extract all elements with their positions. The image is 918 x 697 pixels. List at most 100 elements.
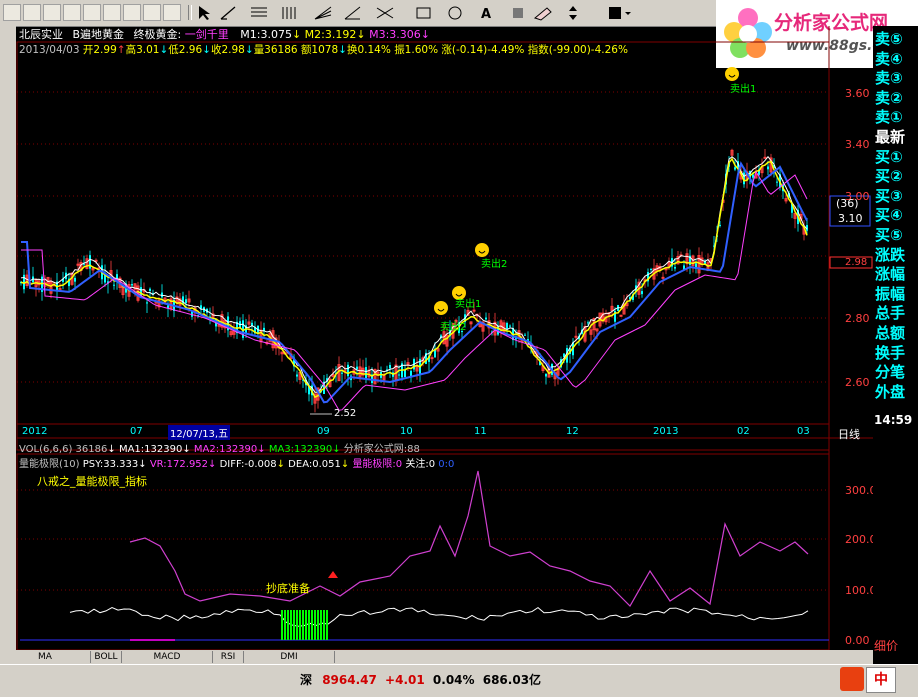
tab-ma[interactable]: MA — [0, 651, 91, 663]
open-icon[interactable] — [23, 4, 41, 21]
index-change-value: 指数(-99.00)-4.26% — [527, 44, 628, 56]
quote-time: 14:59 — [874, 413, 913, 427]
text-tool-icon: A — [481, 7, 491, 22]
header-row-1: 北辰实业 B遍地黄金 终极黄金: 一剑千里 M1:3.075↓ M2:3.192… — [19, 28, 430, 41]
window-icon[interactable] — [103, 4, 121, 21]
change-value: 涨(-0.14)-4.49% — [441, 44, 525, 56]
market-turnover: 686.03亿 — [482, 673, 542, 687]
current-box-price: 3.10 — [838, 212, 863, 225]
quote-item: 振幅 — [875, 284, 906, 303]
chart-icon[interactable] — [123, 4, 141, 21]
open-value: 开2.99 — [82, 44, 117, 56]
turnover-value: 换0.14% — [346, 44, 391, 56]
vr-value: VR:172.952 — [149, 459, 209, 470]
dea-value: DEA:0.051 — [288, 459, 341, 470]
quote-item: 买④ — [875, 206, 903, 225]
split-icon[interactable] — [83, 4, 101, 21]
chart-list-icon[interactable] — [143, 4, 161, 21]
period-label[interactable]: 日线 — [838, 426, 860, 442]
tab-boll[interactable]: BOLL — [91, 651, 122, 663]
close-value: 收2.98 — [210, 44, 245, 56]
price-label-2-60: 2.60 — [845, 376, 870, 389]
header-row-2: 2013/04/03 开2.99↑高3.01↓低2.96↓收2.98↓量3618… — [19, 44, 628, 56]
bottom-note: 抄底准备 — [266, 582, 310, 595]
m2-value: M2:3.192 — [304, 28, 357, 41]
quote-item: 涨跌 — [875, 245, 906, 264]
date-03: 03 — [797, 426, 810, 437]
detail-label[interactable]: 细价 — [874, 637, 898, 654]
vol-ma3: MA3:132390 — [268, 444, 333, 455]
amount-value: 额1078 — [300, 44, 339, 56]
eraser-icon — [533, 7, 552, 21]
m3-value: M3:3.306 — [369, 28, 421, 41]
quote-item: 最新 — [875, 128, 906, 146]
date-09: 09 — [317, 426, 330, 437]
date-cursor: 12/07/13,五 — [168, 425, 231, 440]
date-11: 11 — [474, 426, 487, 437]
rectangle-icon — [416, 7, 431, 19]
layout-icon[interactable] — [63, 4, 81, 21]
m1-value: M1:3.075 — [240, 28, 292, 41]
up-triangle-icon — [328, 571, 338, 578]
limit-value: 量能极限:0 — [352, 459, 403, 470]
index-value: 8964.47 — [322, 673, 377, 687]
psy-line — [69, 607, 809, 627]
volume-value: 量36186 — [253, 44, 298, 56]
focus-value: 关注:0 — [405, 459, 436, 470]
quote-item: 总额 — [875, 324, 906, 342]
low-mark: 2.52 — [334, 408, 357, 419]
drawing-tools[interactable]: A — [195, 4, 715, 22]
tab-rsi[interactable]: RSI — [213, 651, 244, 663]
grid-icon[interactable] — [43, 4, 61, 21]
indicator-subtitle: 八戒之_量能极限_指标 — [37, 475, 147, 488]
market-name: 深 — [300, 673, 313, 687]
signal-sell-2b: 卖出2 — [481, 259, 508, 270]
formula-value: 一剑千里 — [184, 28, 229, 41]
level-0: 0.00 — [845, 634, 870, 647]
date-2013: 2013 — [653, 426, 679, 437]
quote-item: 外盘 — [875, 382, 906, 401]
ime-icon[interactable]: 中 — [866, 667, 896, 693]
tab-macd[interactable]: MACD — [122, 651, 213, 663]
board-name: B遍地黄金 — [72, 28, 125, 41]
market-index: 深 8964.47 +4.01 0.04% 686.03亿 — [300, 671, 541, 688]
vol-row: VOL(6,6,6) 36186↓ MA1:132390↓ MA2:132390… — [19, 444, 420, 455]
low-value: 低2.96 — [168, 44, 203, 56]
ma1-line — [20, 155, 808, 393]
quote-item: 卖① — [875, 108, 903, 127]
sogou-icon[interactable] — [840, 667, 864, 691]
stock-name[interactable]: 北辰实业 — [19, 28, 63, 41]
indicator-title: 量能极限(10) — [19, 459, 80, 470]
monitor-icon[interactable] — [163, 4, 181, 21]
signal-smileys — [434, 67, 739, 315]
dropdown-icon — [625, 12, 631, 15]
segment-icon — [220, 6, 236, 20]
quote-item: 卖③ — [875, 69, 903, 88]
tab-dmi[interactable]: DMI — [244, 651, 335, 663]
vol-site: 分析家公式网:88 — [343, 444, 420, 455]
psy-value: PSY:33.333 — [82, 459, 139, 470]
vol-ma2: MA2:132390 — [193, 444, 258, 455]
quote-item: 换手 — [875, 343, 906, 362]
signal-sell-1a: 卖出1 — [455, 299, 482, 310]
vol-ma1: MA1:132390 — [118, 444, 183, 455]
date-2012: 2012 — [22, 426, 48, 437]
circle-icon — [448, 6, 462, 20]
index-change: +4.01 — [385, 673, 425, 687]
stamp-icon — [513, 8, 523, 18]
quote-item: 总手 — [875, 304, 906, 323]
quote-item: 买③ — [875, 186, 903, 205]
new-icon[interactable] — [3, 4, 21, 21]
quote-panel: 卖⑤ 卖④ 卖③ 卖② 卖① 最新 买① 买② 买③ 买④ 买⑤ 涨跌 涨幅 振幅 总手 总额 换手 分笔 外盘 — [873, 26, 918, 676]
up-down-arrows-icon — [569, 6, 577, 20]
high-mark: 3.74 — [778, 53, 801, 64]
signal-sell-1b: 卖出1 — [730, 84, 757, 95]
index-pct: 0.04% — [432, 673, 475, 687]
chart-area[interactable] — [0, 26, 873, 650]
quote-item: 卖④ — [875, 49, 903, 68]
last-price: 2.98 — [845, 257, 868, 268]
price-label-2-80: 2.80 — [845, 312, 870, 325]
indicator-row: 量能极限(10) PSY:33.333↓ VR:172.952↓ DIFF:-0… — [19, 459, 455, 470]
bar-date: 2013/04/03 — [19, 44, 80, 56]
date-12: 12 — [566, 426, 579, 437]
